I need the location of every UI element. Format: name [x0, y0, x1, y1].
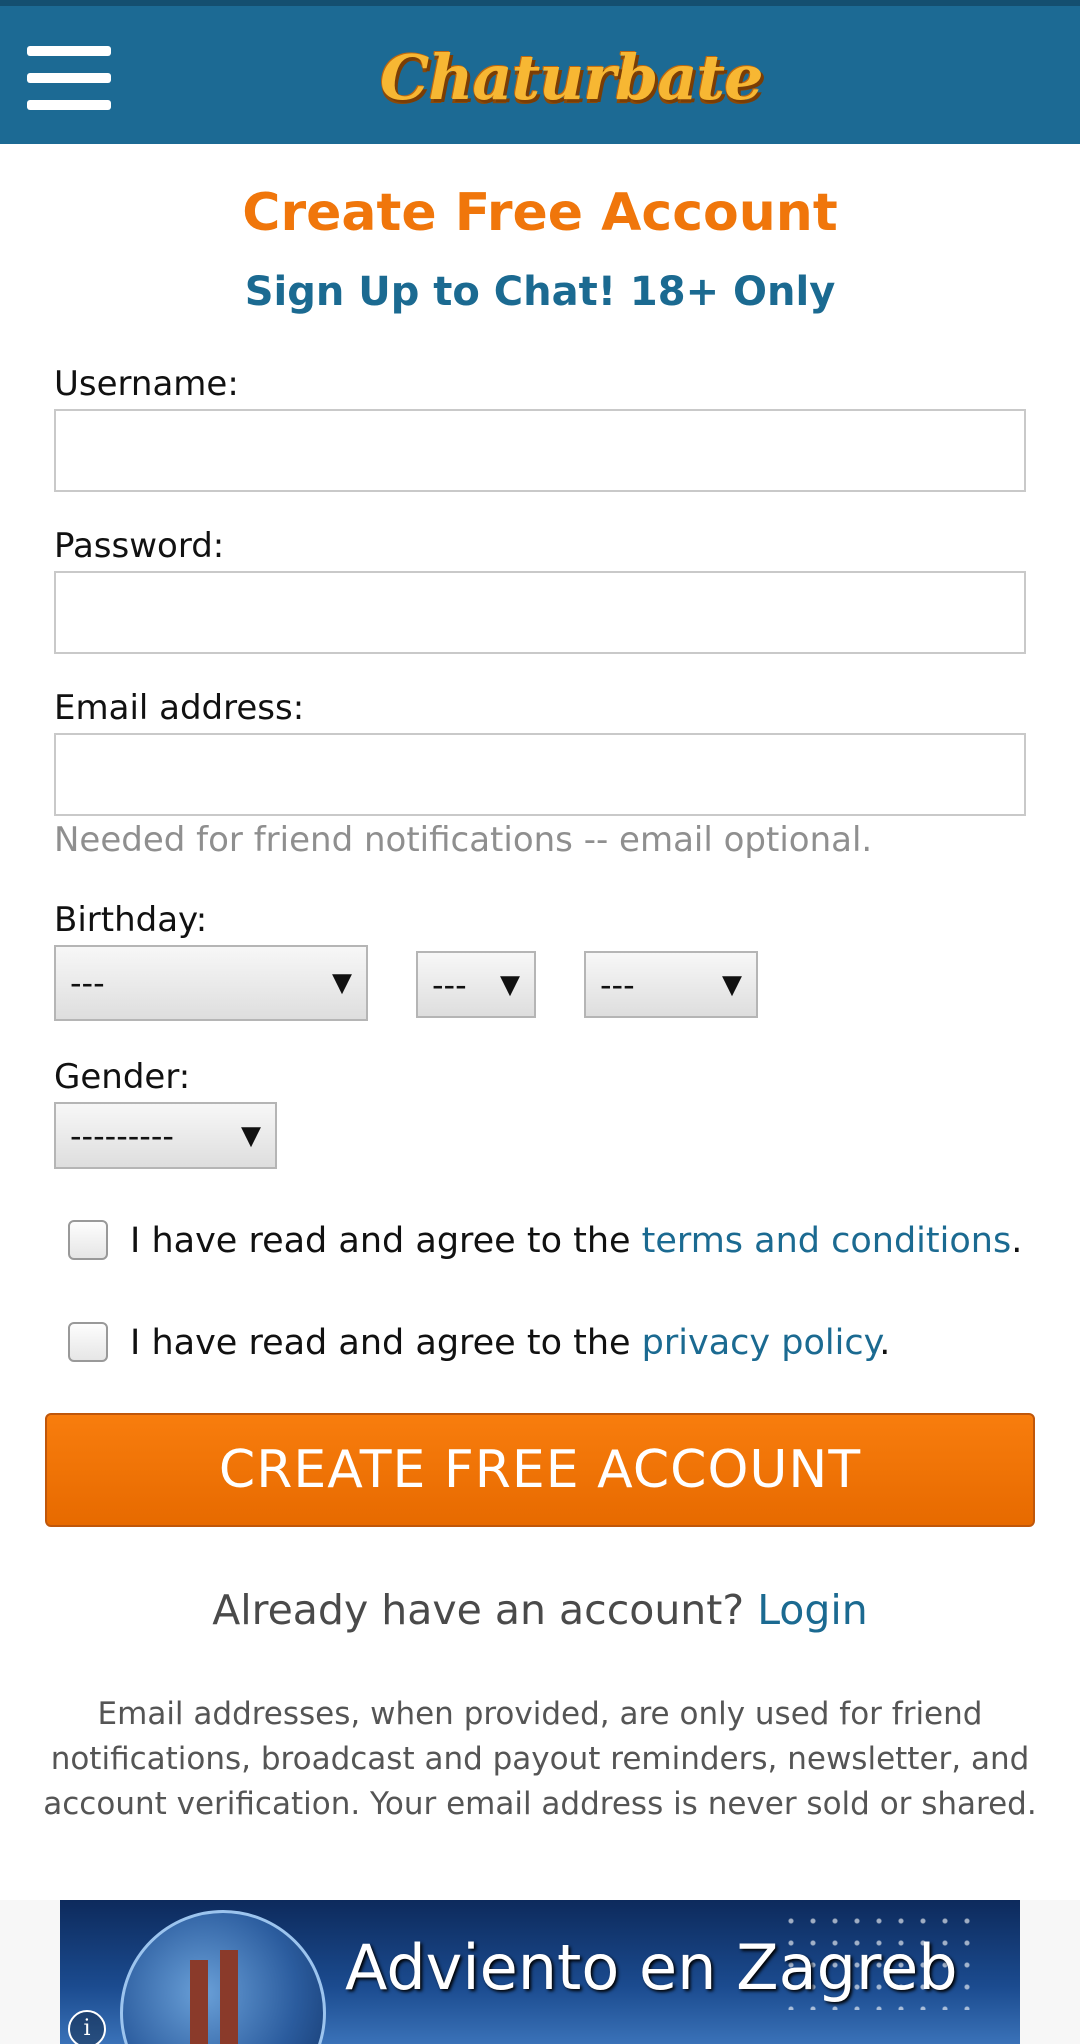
- ad-container: Adviento en Zagreb i: [0, 1900, 1080, 2044]
- ad-text: Adviento en Zagreb: [345, 1931, 958, 2004]
- select-value: ---------: [70, 1116, 174, 1155]
- privacy-link[interactable]: privacy policy: [642, 1323, 880, 1363]
- privacy-suffix: .: [879, 1323, 891, 1363]
- top-header: Chaturbate: [0, 0, 1080, 144]
- ad-info-icon[interactable]: i: [68, 2010, 106, 2044]
- select-value: ---: [432, 965, 467, 1004]
- site-logo[interactable]: Chaturbate: [380, 28, 764, 128]
- create-account-button[interactable]: CREATE FREE ACCOUNT: [45, 1413, 1035, 1527]
- hamburger-menu-icon[interactable]: [27, 46, 111, 110]
- birthday-label: Birthday:: [54, 900, 208, 940]
- page-subtitle: Sign Up to Chat! 18+ Only: [244, 269, 836, 315]
- gender-label: Gender:: [54, 1057, 191, 1097]
- menu-bar: [27, 46, 111, 56]
- terms-prefix: I have read and agree to the: [130, 1221, 642, 1261]
- logo-text: Chaturbate: [380, 41, 764, 114]
- username-label: Username:: [54, 364, 239, 404]
- login-link[interactable]: Login: [757, 1586, 868, 1634]
- terms-checkbox[interactable]: [68, 1220, 108, 1260]
- gender-select[interactable]: --------- ▼: [54, 1102, 277, 1169]
- dropdown-arrow-icon: ▼: [500, 969, 520, 1000]
- menu-bar: [27, 100, 111, 110]
- dropdown-arrow-icon: ▼: [722, 969, 742, 1000]
- privacy-checkbox[interactable]: [68, 1322, 108, 1362]
- terms-text: I have read and agree to the terms and c…: [130, 1216, 1022, 1266]
- birthday-month-select[interactable]: --- ▼: [54, 945, 368, 1021]
- cathedral-tower: [220, 1950, 238, 2044]
- terms-suffix: .: [1011, 1221, 1023, 1261]
- username-input[interactable]: [54, 409, 1026, 492]
- privacy-prefix: I have read and agree to the: [130, 1323, 642, 1363]
- email-input[interactable]: [54, 733, 1026, 816]
- menu-bar: [27, 73, 111, 83]
- cathedral-tower: [190, 1960, 208, 2044]
- page-title: Create Free Account: [242, 183, 838, 243]
- terms-link[interactable]: terms and conditions: [642, 1221, 1012, 1261]
- privacy-text: I have read and agree to the privacy pol…: [130, 1318, 890, 1368]
- dropdown-arrow-icon: ▼: [332, 968, 352, 998]
- password-label: Password:: [54, 526, 225, 566]
- select-value: ---: [600, 965, 635, 1004]
- email-disclaimer: Email addresses, when provided, are only…: [43, 1696, 1037, 1822]
- select-value: ---: [70, 964, 105, 1002]
- email-label: Email address:: [54, 688, 305, 728]
- password-input[interactable]: [54, 571, 1026, 654]
- birthday-year-select[interactable]: --- ▼: [584, 951, 758, 1018]
- login-prompt: Already have an account? Login: [0, 1582, 1080, 1638]
- already-text: Already have an account?: [212, 1586, 745, 1634]
- dropdown-arrow-icon: ▼: [241, 1120, 261, 1151]
- birthday-day-select[interactable]: --- ▼: [416, 951, 536, 1018]
- email-hint: Needed for friend notifications -- email…: [54, 820, 873, 860]
- ad-banner[interactable]: Adviento en Zagreb i: [60, 1900, 1020, 2044]
